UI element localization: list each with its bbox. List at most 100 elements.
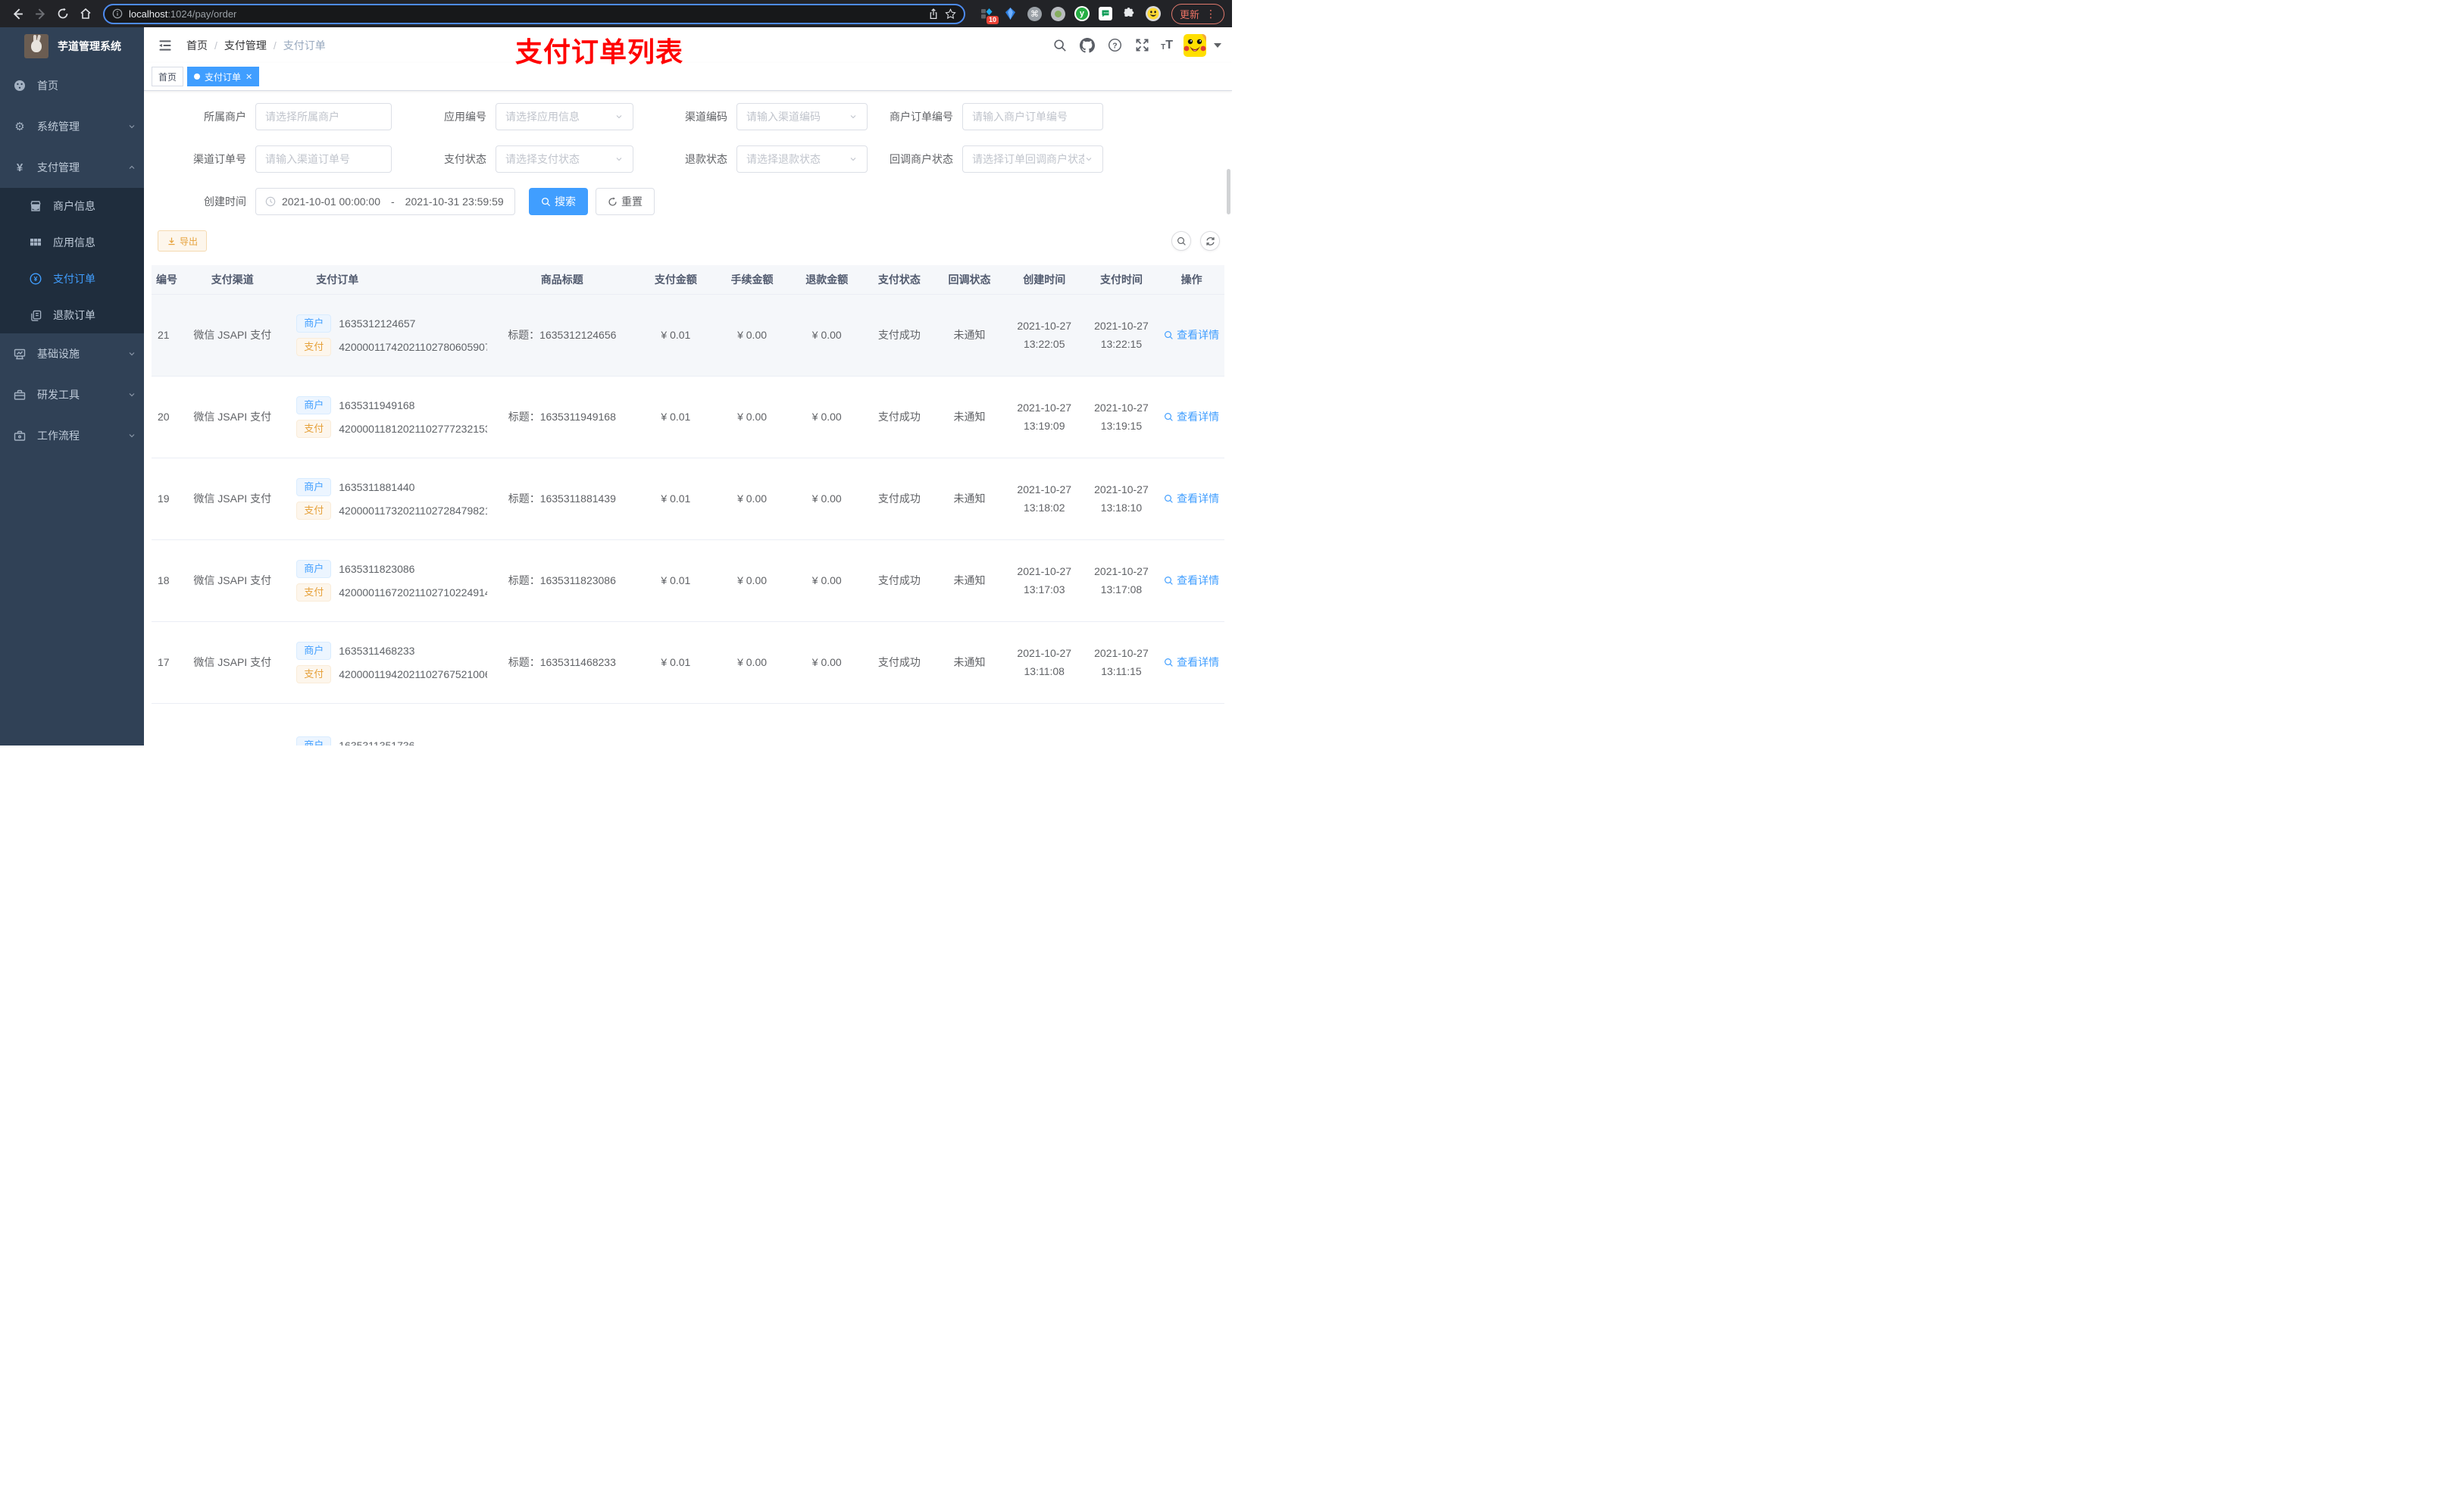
sidebar-item-merchant-info[interactable]: 商户信息	[0, 188, 144, 224]
svg-text:?: ?	[1112, 42, 1117, 50]
table-row[interactable]: 17 微信 JSAPI 支付 商户 1635311468233 支付 42000…	[152, 621, 1224, 704]
sidebar-item-payment[interactable]: ¥ 支付管理	[0, 147, 144, 188]
order-id: 20	[158, 411, 170, 423]
tab-pay-order[interactable]: 支付订单 ✕	[187, 67, 260, 86]
sidebar-item-label: 应用信息	[53, 236, 95, 248]
extension-command-icon[interactable]: ⌘	[1027, 6, 1042, 21]
extension-kite-icon[interactable]	[1003, 6, 1018, 21]
export-button[interactable]: 导出	[158, 230, 208, 252]
channel-order-no-input[interactable]: 请输入渠道订单号	[255, 145, 392, 173]
merchant-order-no-input[interactable]: 请输入商户订单编号	[962, 103, 1103, 130]
date-start[interactable]: 2021-10-01 00:00:00	[282, 195, 380, 208]
pay-channel: 微信 JSAPI 支付	[179, 539, 286, 622]
table-row-partial: 商户 1635311351736	[152, 703, 1224, 746]
fee-amount: ¥ 0.00	[714, 376, 790, 458]
toggle-search-button[interactable]	[1171, 231, 1191, 251]
table-row[interactable]: 21 微信 JSAPI 支付 商户 1635312124657 支付 42000…	[152, 294, 1224, 377]
hamburger-icon[interactable]	[155, 38, 176, 53]
browser-forward-button[interactable]	[30, 4, 50, 23]
search-button[interactable]: 搜索	[529, 188, 588, 215]
create-time: 2021-10-27 13:19:09	[1004, 376, 1084, 458]
pay-amount: ¥ 0.01	[636, 294, 715, 377]
view-detail-link[interactable]: 查看详情	[1164, 409, 1219, 424]
view-detail-link[interactable]: 查看详情	[1164, 573, 1219, 588]
tab-home[interactable]: 首页	[152, 67, 184, 86]
sidebar-item-home[interactable]: 首页	[0, 65, 144, 106]
refund-amount: ¥ 0.00	[789, 539, 865, 622]
share-icon[interactable]	[928, 8, 939, 20]
pay-amount: ¥ 0.01	[636, 539, 715, 622]
browser-update-button[interactable]: 更新 ⋮	[1171, 3, 1224, 24]
merchant-input[interactable]: 请选择所属商户	[255, 103, 392, 130]
filter-label: 退款状态	[685, 153, 727, 165]
merchant-tag: 商户	[296, 641, 332, 660]
avatar[interactable]	[1184, 33, 1206, 57]
bookmark-star-icon[interactable]	[945, 8, 956, 20]
table-row[interactable]: 18 微信 JSAPI 支付 商户 1635311823086 支付 42000…	[152, 539, 1224, 622]
search-icon[interactable]	[1052, 37, 1068, 54]
chevron-down-icon	[614, 155, 624, 164]
view-detail-link[interactable]: 查看详情	[1164, 327, 1219, 342]
merchant-tag: 商户	[296, 736, 332, 746]
pay-status-select[interactable]: 请选择支付状态	[496, 145, 633, 173]
extension-blocks-icon[interactable]: 10	[979, 6, 999, 24]
browser-back-button[interactable]	[8, 4, 27, 23]
filter-notify-status: 回调商户状态 请选择订单回调商户状态	[868, 145, 1103, 173]
github-icon[interactable]	[1079, 37, 1096, 54]
extension-chat-icon[interactable]	[1098, 7, 1112, 20]
channel-code-select[interactable]: 请输入渠道编码	[736, 103, 868, 130]
sidebar-item-dev-tools[interactable]: 研发工具	[0, 374, 144, 415]
table-body: 21 微信 JSAPI 支付 商户 1635312124657 支付 42000…	[152, 294, 1224, 704]
browser-menu-icon[interactable]: ⋮	[1205, 8, 1216, 19]
filter-label: 应用编号	[444, 111, 486, 123]
channel-pay-no: 4200001181202110277723215336	[339, 422, 488, 435]
chevron-down-icon	[849, 155, 858, 164]
toolbox-icon	[14, 389, 26, 401]
create-time: 2021-10-27 13:22:05	[1004, 294, 1084, 377]
sidebar-logo[interactable]: 芋道管理系统	[0, 27, 144, 65]
browser-home-button[interactable]	[76, 4, 95, 23]
date-end[interactable]: 2021-10-31 23:59:59	[405, 195, 504, 208]
sidebar-item-workflow[interactable]: 工作流程	[0, 415, 144, 456]
table-row[interactable]: 20 微信 JSAPI 支付 商户 1635311949168 支付 42000…	[152, 376, 1224, 458]
logo-image	[24, 34, 48, 58]
extensions-puzzle-icon[interactable]	[1121, 6, 1137, 21]
breadcrumb-payment[interactable]: 支付管理	[224, 38, 267, 53]
font-size-icon[interactable]: TT	[1161, 39, 1173, 52]
sidebar-item-system[interactable]: ⚙ 系统管理	[0, 106, 144, 147]
reset-button[interactable]: 重置	[596, 188, 655, 215]
extension-y-icon[interactable]: y	[1074, 6, 1090, 21]
chevron-down-icon	[127, 431, 136, 440]
pay-order-cell: 商户 1635311468233 支付 42000011942021102767…	[286, 621, 488, 704]
merchant-tag: 商户	[296, 477, 332, 496]
refund-status-select[interactable]: 请选择退款状态	[736, 145, 868, 173]
sidebar-item-label: 工作流程	[37, 430, 80, 442]
sidebar-item-pay-order[interactable]: ¥ 支付订单	[0, 261, 144, 297]
date-range-picker[interactable]: 2021-10-01 00:00:00 - 2021-10-31 23:59:5…	[255, 188, 515, 215]
fullscreen-icon[interactable]	[1134, 37, 1150, 54]
sidebar-item-refund-order[interactable]: 退款订单	[0, 297, 144, 333]
notify-status: 未通知	[934, 376, 1005, 458]
site-info-icon[interactable]	[112, 8, 123, 19]
help-icon[interactable]: ?	[1106, 37, 1123, 54]
address-bar[interactable]: localhost:1024/pay/order	[103, 3, 965, 24]
pay-time: 2021-10-27 13:19:15	[1083, 376, 1159, 458]
breadcrumb-home[interactable]: 首页	[186, 38, 208, 53]
extension-record-icon[interactable]	[1050, 6, 1065, 21]
pay-time: 2021-10-27 13:22:15	[1083, 294, 1159, 377]
chevron-down-icon	[127, 390, 136, 399]
app-select[interactable]: 请选择应用信息	[496, 103, 633, 130]
notify-status: 未通知	[934, 539, 1005, 622]
browser-reload-button[interactable]	[53, 4, 73, 23]
page-scrollbar[interactable]	[1227, 169, 1230, 214]
view-detail-link[interactable]: 查看详情	[1164, 491, 1219, 506]
notify-status-select[interactable]: 请选择订单回调商户状态	[962, 145, 1103, 173]
close-icon[interactable]: ✕	[245, 72, 252, 82]
sidebar-item-infra[interactable]: 基础设施	[0, 333, 144, 374]
view-detail-link[interactable]: 查看详情	[1164, 655, 1219, 670]
sidebar-item-app-info[interactable]: 应用信息	[0, 224, 144, 261]
refresh-button[interactable]	[1200, 231, 1220, 251]
extension-emoji-icon[interactable]	[1145, 6, 1161, 21]
table-row[interactable]: 19 微信 JSAPI 支付 商户 1635311881440 支付 42000…	[152, 458, 1224, 540]
avatar-caret-icon[interactable]	[1214, 42, 1221, 48]
